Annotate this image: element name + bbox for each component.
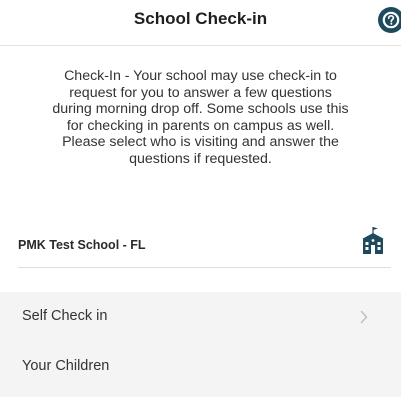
page-title: School Check-in [133,9,268,28]
app-header: School Check-in [0,0,401,46]
chevron-right-icon [360,310,368,324]
option-label: Self Check in [22,308,108,324]
description-line: during morning drop off. Some schools us… [52,101,349,118]
help-question-icon[interactable] [378,7,401,33]
description-line: Check-In - Your school may use check-in … [64,68,337,84]
check-in-description: Check-In - Your school may use check-in … [12,68,389,168]
self-check-in-option[interactable]: Self Check in [0,292,401,342]
check-in-options: Self Check in Your Children [0,292,401,397]
school-building-icon[interactable] [360,226,386,256]
option-label: Your Children [22,358,110,374]
school-name: PMK Test School - FL [18,238,146,252]
description-line: questions if requested. [129,150,272,167]
description-line: request for you to answer a few question… [69,84,332,101]
description-line: for checking in parents on campus as wel… [66,117,335,134]
description-line: Please select who is visiting and answer… [62,134,339,151]
school-selector-row[interactable]: PMK Test School - FL [18,226,391,268]
your-children-option[interactable]: Your Children [0,342,401,392]
